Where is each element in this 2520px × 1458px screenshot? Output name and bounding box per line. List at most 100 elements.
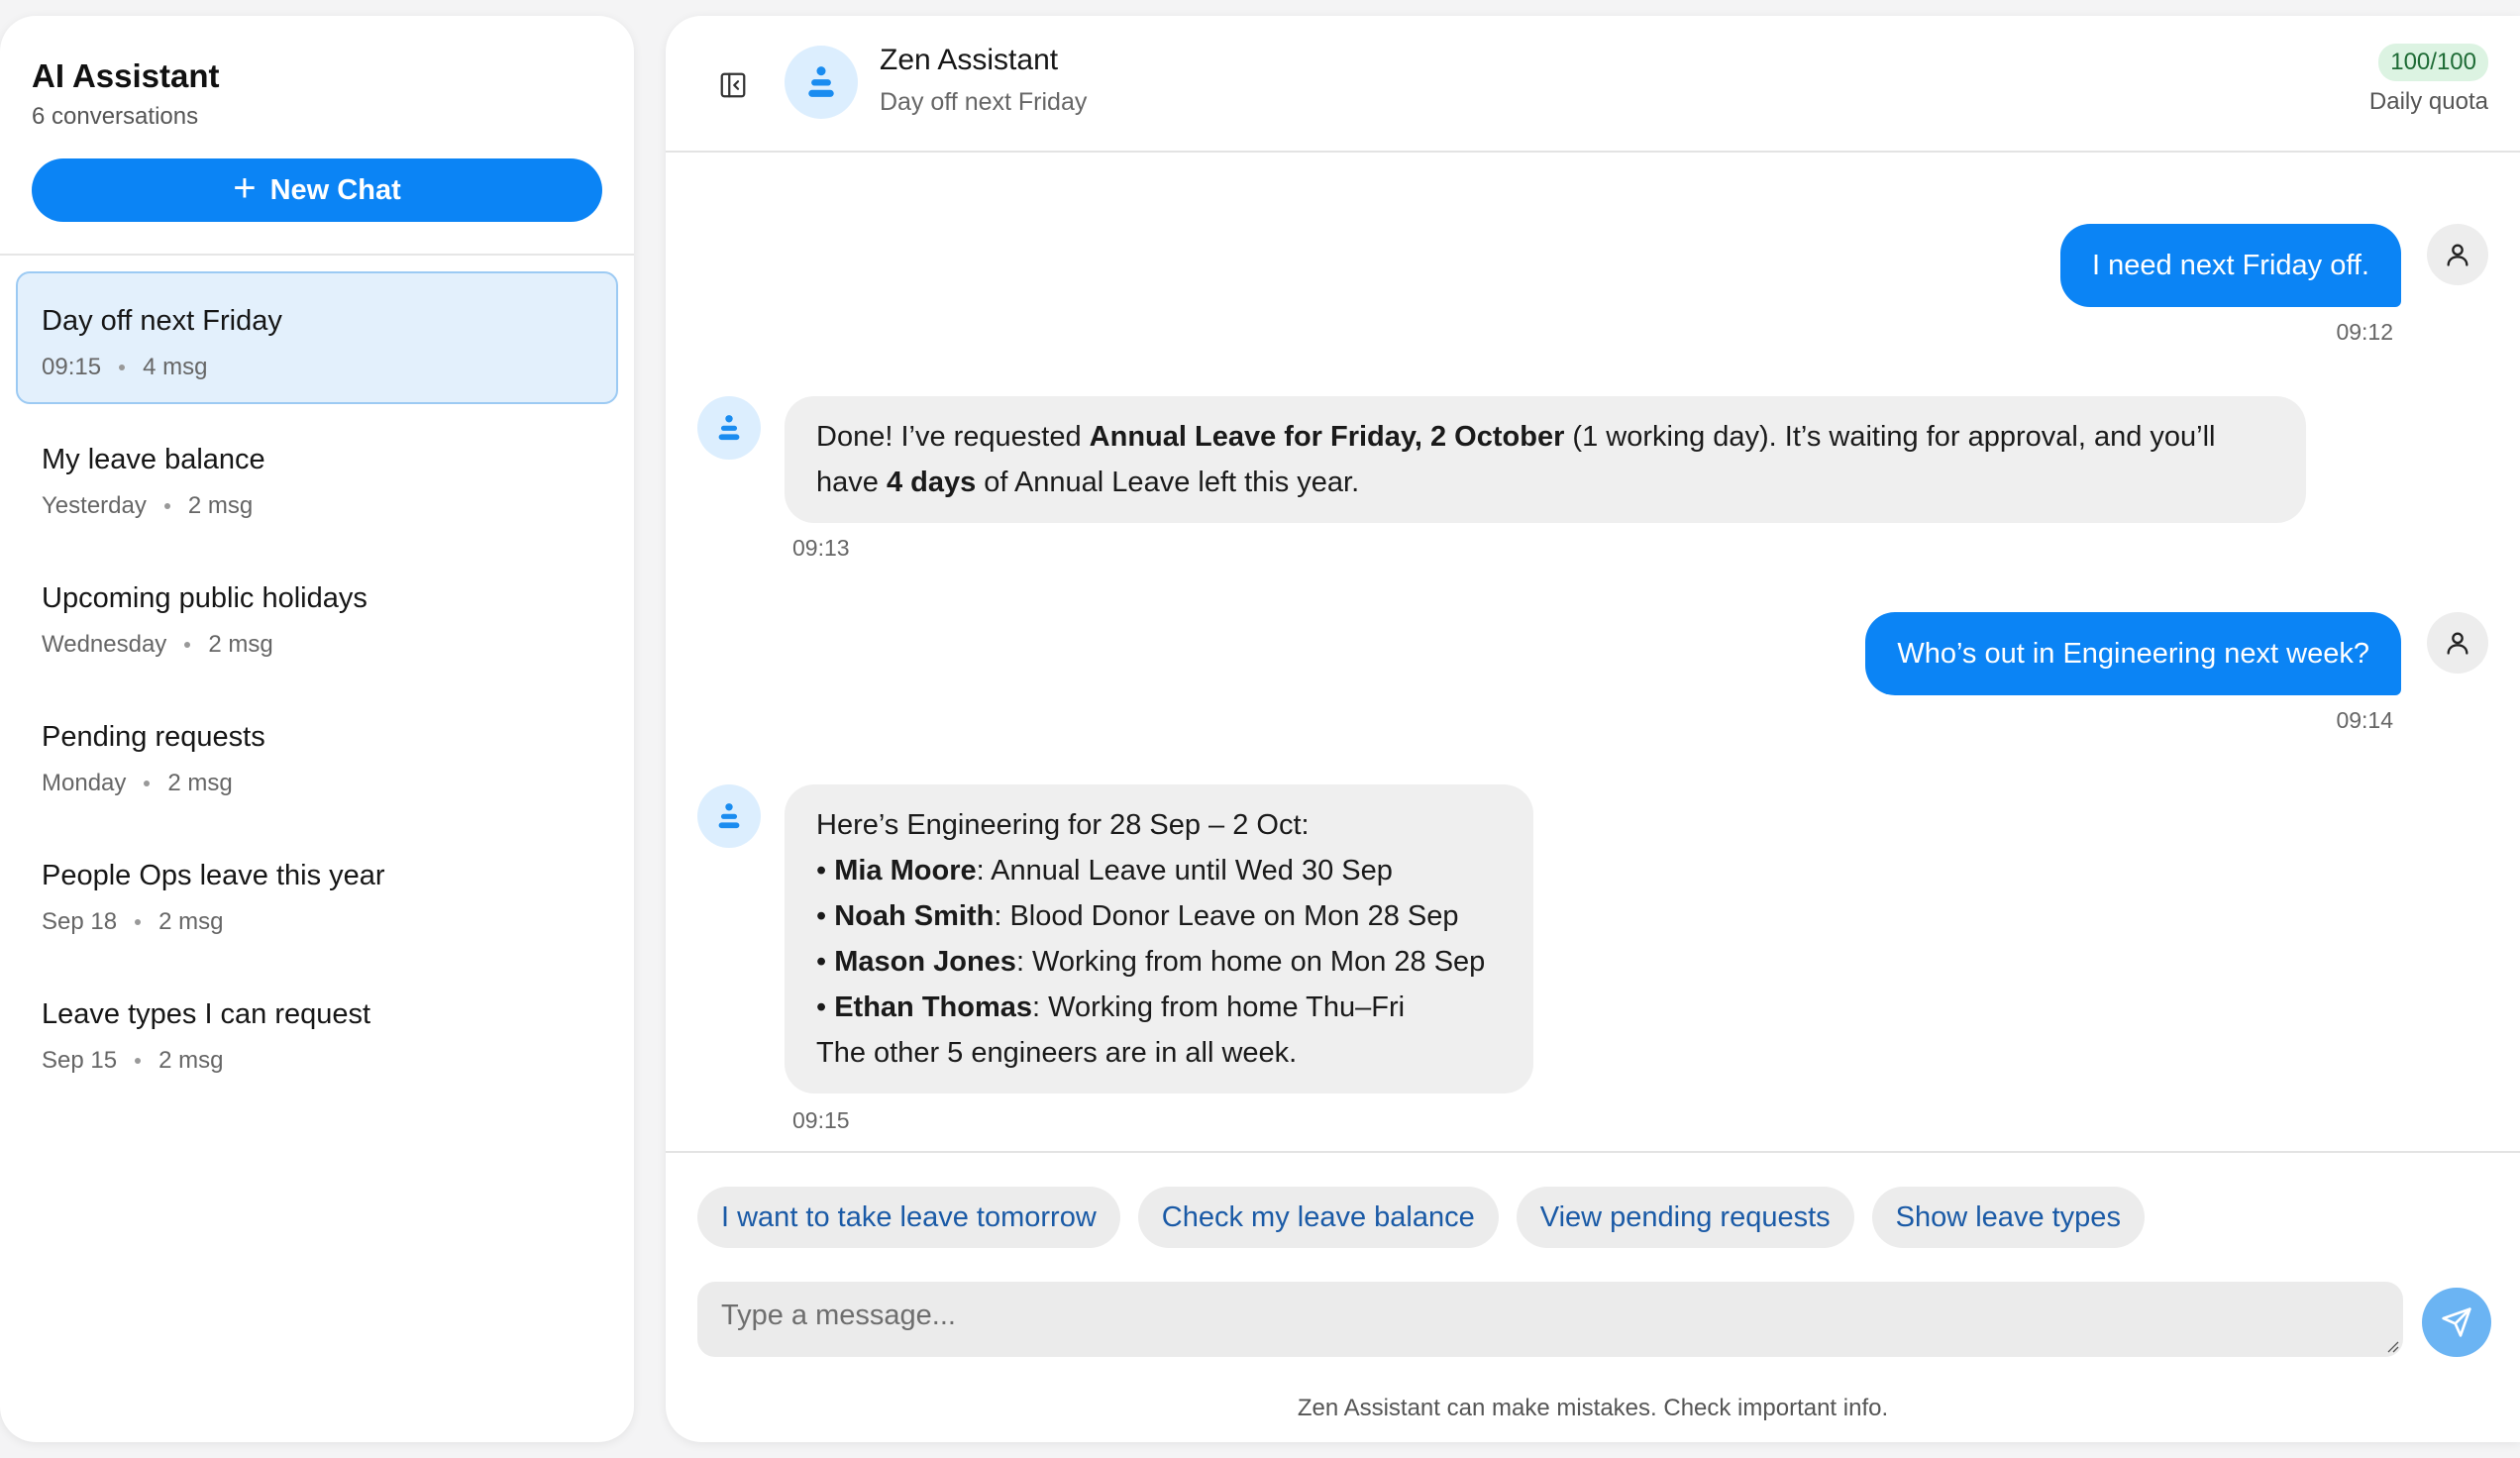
send-button[interactable] [2422,1288,2491,1357]
separator-dot [119,364,126,370]
chat-header-text: Zen Assistant Day off next Friday [880,40,1087,119]
conversation-message-count: 4 msg [143,354,208,380]
suggestion-chips: I want to take leave tomorrow Check my l… [697,1187,2145,1248]
message-text: of Annual Leave left this year. [976,467,1360,498]
message-bold-text: 4 days [886,467,977,498]
sidebar-collapse-icon [720,72,746,98]
new-chat-label: New Chat [269,173,401,206]
person-name: Ethan Thomas [834,991,1033,1023]
conversation-message-count: 2 msg [158,908,224,935]
message-outro: The other 5 engineers are in all week. [816,1037,1298,1069]
conversation-item-day-off-next-friday[interactable]: Day off next Friday 09:15 4 msg [16,271,618,404]
chat-panel: Zen Assistant Day off next Friday 100/10… [666,16,2520,1442]
conversation-time: Monday [42,770,127,796]
assistant-message: Done! I’ve requested Annual Leave for Fr… [785,396,2306,523]
bullet-detail: : Annual Leave until Wed 30 Sep [976,855,1393,886]
suggestion-chip-show-leave-types[interactable]: Show leave types [1871,1187,2145,1248]
suggestion-chip-check-leave-balance[interactable]: Check my leave balance [1137,1187,1499,1248]
message-text: have [816,467,887,498]
zen-bot-icon [718,415,740,441]
sidebar-divider [0,254,634,256]
separator-dot [135,919,142,925]
user-avatar [2427,612,2488,674]
suggestion-chip-take-leave-tomorrow[interactable]: I want to take leave tomorrow [697,1187,1120,1248]
assistant-avatar [697,784,761,848]
plus-icon: + [233,166,257,210]
user-avatar [2427,224,2488,285]
conversation-message-count: 2 msg [167,770,233,796]
conversation-title: People Ops leave this year [42,860,385,891]
conversation-meta: Monday 2 msg [42,767,592,800]
disclaimer-text: Zen Assistant can make mistakes. Check i… [1297,1395,1889,1421]
conversation-time: Sep 15 [42,1047,118,1074]
message-time: 09:15 [792,1107,850,1133]
zen-bot-icon [718,803,740,829]
conversation-sidebar: AI Assistant 6 conversations + New Chat … [0,16,634,1442]
separator-dot [184,642,191,648]
separator-dot [144,781,151,786]
message-text: (1 working day). It’s waiting for approv… [1564,421,2216,453]
conversation-title: Leave types I can request [42,998,371,1030]
sidebar-title: AI Assistant [32,57,220,94]
conversation-meta: Yesterday 2 msg [42,489,592,523]
zen-bot-icon [808,66,834,97]
conversation-meta: 09:15 4 msg [42,351,592,384]
separator-dot [135,1058,142,1064]
user-message: Who’s out in Engineering next week? [1865,612,2401,695]
message-input-wrapper [697,1282,2403,1357]
conversation-time: 09:15 [42,354,102,380]
person-name: Noah Smith [834,900,995,932]
conversation-time: Sep 18 [42,908,118,935]
sidebar-header: AI Assistant 6 conversations [32,53,602,133]
separator-dot [163,503,170,509]
conversation-message-count: 2 msg [208,631,273,658]
message-time: 09:13 [792,535,850,561]
person-name: Mia Moore [834,855,977,886]
message-bullet: • Mia Moore: Annual Leave until Wed 30 S… [816,855,1393,886]
bullet-detail: : Working from home on Mon 28 Sep [1015,946,1486,978]
conversation-title: Pending requests [42,721,265,753]
assistant-message: Here’s Engineering for 28 Sep – 2 Oct: •… [785,784,1533,1094]
chat-header: Zen Assistant Day off next Friday 100/10… [666,16,2520,153]
conversation-meta: Sep 18 2 msg [42,905,592,939]
bullet-detail: : Working from home Thu–Fri [1032,991,1406,1023]
resize-grip-icon[interactable] [2385,1339,2399,1353]
send-icon [2442,1307,2471,1337]
message-text: Done! I’ve requested [816,421,1090,453]
conversation-item-people-ops-leave[interactable]: People Ops leave this year Sep 18 2 msg [16,826,618,959]
person-name: Mason Jones [834,946,1016,978]
message-intro: Here’s Engineering for 28 Sep – 2 Oct: [816,809,1310,841]
user-icon [2447,632,2468,655]
conversation-count: 6 conversations [32,103,199,130]
conversation-item-upcoming-public-holidays[interactable]: Upcoming public holidays Wednesday 2 msg [16,549,618,681]
message-bullet: • Ethan Thomas: Working from home Thu–Fr… [816,991,1406,1023]
conversation-message-count: 2 msg [158,1047,224,1074]
composer: I want to take leave tomorrow Check my l… [666,1151,2520,1442]
message-bold-text: Annual Leave for Friday, 2 October [1089,421,1565,453]
conversation-title: Upcoming public holidays [42,582,368,614]
message-input[interactable] [697,1282,2403,1357]
assistant-name: Zen Assistant [880,44,1059,76]
conversation-message-count: 2 msg [187,492,254,519]
conversation-title: Day off next Friday [42,305,282,337]
message-list: I need next Friday off. 09:12 Done! I’ve… [666,155,2520,1167]
message-bullet: • Mason Jones: Working from home on Mon … [816,946,1486,978]
suggestion-chip-view-pending-requests[interactable]: View pending requests [1516,1187,1854,1248]
quota-label: Daily quota [2368,88,2488,115]
chat-subtitle: Day off next Friday [880,88,1088,116]
new-chat-button[interactable]: + New Chat [32,158,602,222]
conversation-item-pending-requests[interactable]: Pending requests Monday 2 msg [16,687,618,820]
bullet-detail: : Blood Donor Leave on Mon 28 Sep [994,900,1459,932]
quota-badge: 100/100 [2378,44,2488,81]
message-time: 09:14 [2336,707,2393,733]
user-message: I need next Friday off. [2060,224,2401,307]
conversation-meta: Sep 15 2 msg [42,1044,592,1078]
sidebar-collapse-button[interactable] [709,61,757,109]
conversation-item-leave-types[interactable]: Leave types I can request Sep 15 2 msg [16,965,618,1097]
assistant-avatar [785,46,858,119]
conversation-title: My leave balance [42,444,265,475]
conversation-meta: Wednesday 2 msg [42,628,592,662]
user-icon [2447,244,2468,266]
conversation-time: Wednesday [42,631,167,658]
conversation-item-my-leave-balance[interactable]: My leave balance Yesterday 2 msg [16,410,618,543]
